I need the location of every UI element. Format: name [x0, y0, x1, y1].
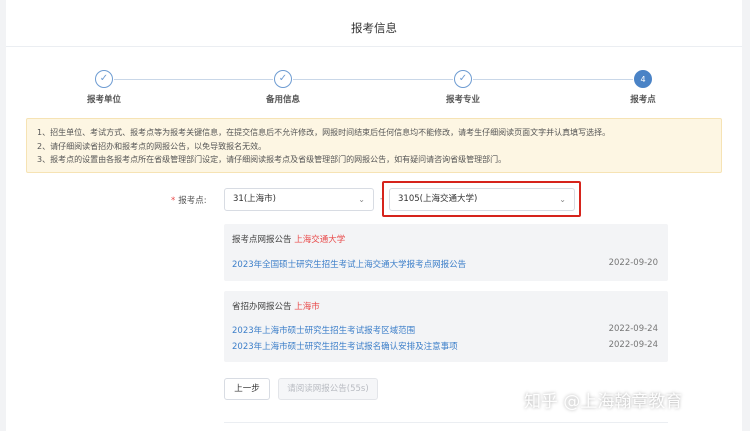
watermark-text: 知乎 @上海翰章教育 — [524, 392, 683, 412]
check-icon: ✓ — [454, 70, 472, 88]
step-label: 报考单位 — [86, 95, 121, 105]
announcement-date: 2022-09-24 — [608, 324, 658, 334]
exam-site-label-text: 报考点: — [178, 196, 207, 206]
notice-box: 1、招生单位、考试方式、报考点等为报考关键信息，在提交信息后不允许修改，网报时间… — [26, 118, 722, 173]
step-label: 报考点 — [630, 95, 656, 105]
province-select-value: 31(上海市) — [233, 194, 276, 204]
step-label: 备用信息 — [265, 95, 300, 105]
panel-title: 省招办网报公告 上海市 — [232, 300, 320, 312]
province-select[interactable]: 31(上海市) ⌄ — [224, 188, 374, 211]
check-icon: ✓ — [274, 70, 292, 88]
site-announcement-panel: 报考点网报公告 上海交通大学 2023年全国硕士研究生招生考试上海交通大学报考点… — [224, 224, 668, 281]
annotation-highlight-box — [382, 181, 581, 217]
page-title: 报考信息 — [351, 21, 397, 35]
content-card: 报考信息 ✓ 报考单位 ✓ 备用信息 ✓ 报考专业 4 报考点 1、招生单位、考… — [6, 0, 742, 431]
step-backup-info[interactable]: ✓ 备用信息 — [243, 70, 323, 105]
panel-title-text: 报考点网报公告 — [232, 235, 292, 245]
page-header: 报考信息 — [6, 0, 742, 47]
divider — [224, 422, 668, 423]
notice-line: 1、招生单位、考试方式、报考点等为报考关键信息，在提交信息后不允许修改，网报时间… — [37, 128, 611, 137]
announcement-date: 2022-09-24 — [608, 340, 658, 350]
check-icon: ✓ — [95, 70, 113, 88]
province-announcement-panel: 省招办网报公告 上海市 2023年上海市硕士研究生招生考试报考区域范围 2022… — [224, 291, 668, 362]
exam-site-label: * 报考点: — [171, 194, 207, 206]
page: 报考信息 ✓ 报考单位 ✓ 备用信息 ✓ 报考专业 4 报考点 1、招生单位、考… — [0, 0, 750, 431]
panel-title-text: 省招办网报公告 — [232, 302, 292, 312]
announcement-link[interactable]: 2023年全国硕士研究生招生考试上海交通大学报考点网报公告 — [232, 258, 466, 270]
step-unit[interactable]: ✓ 报考单位 — [64, 70, 144, 105]
panel-title-highlight: 上海交通大学 — [294, 235, 346, 245]
chevron-down-icon: ⌄ — [358, 195, 365, 204]
announcement-link[interactable]: 2023年上海市硕士研究生招生考试报名确认安排及注意事项 — [232, 340, 458, 352]
exam-site-form-row: * 报考点: 31(上海市) ⌄ - 3105(上海交通大学) ⌄ — [6, 188, 742, 212]
prev-step-button[interactable]: 上一步 — [224, 378, 270, 400]
announcement-link[interactable]: 2023年上海市硕士研究生招生考试报考区域范围 — [232, 324, 415, 336]
step-major[interactable]: ✓ 报考专业 — [423, 70, 503, 105]
notice-line: 2、请仔细阅读省招办和报考点的网报公告，以免导致报名无效。 — [37, 141, 267, 151]
step-label: 报考专业 — [445, 95, 480, 105]
announcement-date: 2022-09-20 — [608, 258, 658, 268]
panel-title-highlight: 上海市 — [294, 302, 320, 312]
step-number-badge: 4 — [634, 70, 652, 88]
required-mark: * — [171, 196, 176, 206]
step-exam-site: 4 报考点 — [603, 70, 683, 105]
panel-title: 报考点网报公告 上海交通大学 — [232, 233, 345, 245]
next-step-button-disabled[interactable]: 请阅读网报公告(55s) — [278, 378, 378, 400]
progress-steps: ✓ 报考单位 ✓ 备用信息 ✓ 报考专业 4 报考点 — [6, 70, 742, 110]
notice-line: 3、报考点的设置由各报考点所在省级管理部门设定，请仔细阅读报考点及省级管理部门的… — [37, 155, 507, 164]
